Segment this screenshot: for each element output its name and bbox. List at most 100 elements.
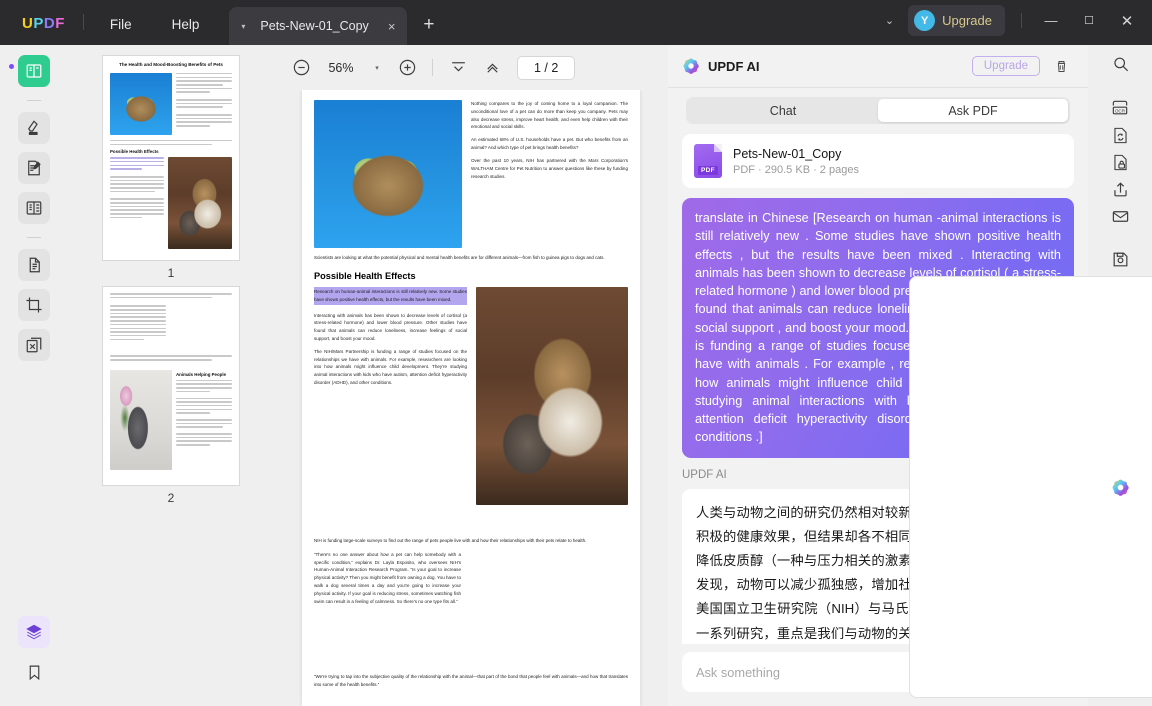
thumbnail-page-2[interactable]: Animals Helping People [102,286,240,486]
tab-ask-pdf[interactable]: Ask PDF [878,99,1068,122]
logo-letter-p: P [33,15,44,32]
thumb2-photo-dogs [170,305,232,349]
sidebar-item-compare[interactable] [18,329,50,361]
chevron-down-icon[interactable]: ⌄ [871,14,908,27]
thumb2-row-top [110,305,232,349]
fit-width-button[interactable] [475,51,509,85]
page-photo-cat [314,100,462,248]
menu-file[interactable]: File [96,17,146,32]
page-section-heading: Possible Health Effects [314,270,416,281]
logo-letter-f: F [55,15,65,32]
fit-page-button[interactable] [441,51,475,85]
page-bottom-row: “There's no one answer about how a pet c… [314,551,628,659]
zoom-in-button[interactable] [390,51,424,85]
bookmark-icon [29,665,39,680]
thumb-title: The Health and Mood-Boosting Benefits of… [119,62,223,67]
page-caption: Scientists are looking at what the poten… [314,255,605,260]
zoom-level[interactable]: 56% [318,61,364,75]
titlebar-divider [82,14,84,30]
sidebar-item-highlighter[interactable] [18,112,50,144]
convert-file-icon [1113,127,1127,144]
new-tab-button[interactable]: + [423,14,434,36]
ai-panel-header: UPDF AI Upgrade [668,45,1088,87]
sidebar-item-protect[interactable] [1104,153,1136,172]
form-icon [26,201,42,215]
minimize-button[interactable]: — [1032,6,1070,36]
marker-pen-icon [28,120,38,135]
ai-header-divider [668,87,1088,88]
clear-chat-icon [1057,60,1065,72]
file-card-text: Pets-New-01_Copy PDF · 290.5 KB · 2 page… [733,147,859,176]
quote-paragraph: “There's no one answer about how a pet c… [314,551,461,604]
quote-column: “There's no one answer about how a pet c… [314,551,461,659]
maximize-button[interactable]: ☐ [1070,6,1108,36]
nih-paragraph: NIH is funding large-scale surveys to fi… [314,537,587,543]
logo-letter-d: D [43,15,56,32]
updf-ai-icon [1112,479,1129,496]
intro-paragraph-1: Nothing compares to the joy of coming ho… [471,101,628,130]
zoom-dropdown-caret-icon[interactable]: ▾ [364,64,390,72]
sidebar-item-form-fields[interactable] [18,192,50,224]
plus-circle-icon [399,59,415,76]
thumbnail-item-1[interactable]: The Health and Mood-Boosting Benefits of… [102,55,240,280]
document-tab[interactable]: ▾ Pets-New-01_Copy × [229,7,408,45]
clear-chat-button[interactable] [1048,53,1074,79]
ai-response-label: UPDF AI [682,468,727,481]
ai-tab-group: Chat Ask PDF [686,97,1070,124]
thumb2-text-block-2: Animals Helping People [176,370,232,470]
sidebar-item-bookmarks[interactable] [18,656,50,688]
sidebar-item-search[interactable] [1104,55,1136,74]
thumbnail-item-2[interactable]: Animals Helping People 2 [102,286,240,505]
titlebar-right-group: ⌄ Y Upgrade — ☐ ✕ [871,0,1152,45]
sidebar-item-ocr[interactable]: OCR [1104,98,1136,118]
page-top-row: Nothing compares to the joy of coming ho… [314,100,628,248]
thumbnail-panel[interactable]: The Health and Mood-Boosting Benefits of… [68,45,274,706]
thumb-section-heading: Possible Health Effects [110,149,159,155]
body-paragraph-2: The NIH/Mars Partnership is funding a ra… [314,348,467,385]
thumb2-section-heading: Animals Helping People [176,371,227,377]
updf-logo: U P D F [22,15,65,32]
updf-ai-icon [683,58,699,74]
sidebar-item-reader-mode[interactable] [18,55,50,87]
close-button[interactable]: ✕ [1108,6,1146,36]
ai-upgrade-button[interactable]: Upgrade [971,56,1040,76]
pdf-viewer: 56% ▾ 1 / 2 Nothing compares to the joy … [274,45,668,706]
pages-icon [29,257,40,273]
zoom-out-button[interactable] [284,51,318,85]
thumbnail-page-1[interactable]: The Health and Mood-Boosting Benefits of… [102,55,240,261]
sidebar-item-layers[interactable] [18,616,50,648]
main-area: The Health and Mood-Boosting Benefits of… [0,45,1152,706]
file-meta: PDF · 290.5 KB · 2 pages [733,163,859,176]
page-scroll-area[interactable]: Nothing compares to the joy of coming ho… [274,90,668,706]
left-toolbar-rail [0,45,68,706]
crop-icon [26,297,42,313]
sidebar-item-crop-pages[interactable] [18,289,50,321]
sidebar-item-convert[interactable] [1104,126,1136,145]
attached-file-card[interactable]: PDF Pets-New-01_Copy PDF · 290.5 KB · 2 … [682,134,1074,188]
title-bar: U P D F File Help ▾ Pets-New-01_Copy × +… [0,0,1152,45]
sidebar-item-email[interactable] [1104,207,1136,226]
tab-close-icon[interactable]: × [388,19,396,34]
highlighted-text: Research on human-animal interactions is… [314,286,467,305]
menu-help[interactable]: Help [158,17,214,32]
book-reader-icon [26,64,42,78]
logo-letter-u: U [22,15,34,32]
rail-divider-2 [27,237,41,238]
sidebar-item-updf-ai[interactable] [910,277,1152,697]
ai-panel-title: UPDF AI [708,58,760,74]
minus-circle-icon [293,59,309,76]
sidebar-item-share[interactable] [1104,180,1136,199]
body-paragraph-1: Interacting with animals has been shown … [314,312,467,341]
avatar: Y [914,10,936,31]
page-indicator[interactable]: 1 / 2 [517,55,576,80]
svg-text:OCR: OCR [1115,109,1126,114]
sidebar-item-save[interactable] [1104,250,1136,269]
thumb-row-top [110,72,232,135]
sidebar-item-edit-pdf[interactable] [18,152,50,184]
tab-title: Pets-New-01_Copy [260,19,369,33]
upgrade-button[interactable]: Y Upgrade [908,5,1005,36]
thumb-highlight-block [110,157,164,170]
sidebar-item-organize-pages[interactable] [18,249,50,281]
tab-chat[interactable]: Chat [688,99,878,122]
compare-pages-icon [26,337,42,353]
